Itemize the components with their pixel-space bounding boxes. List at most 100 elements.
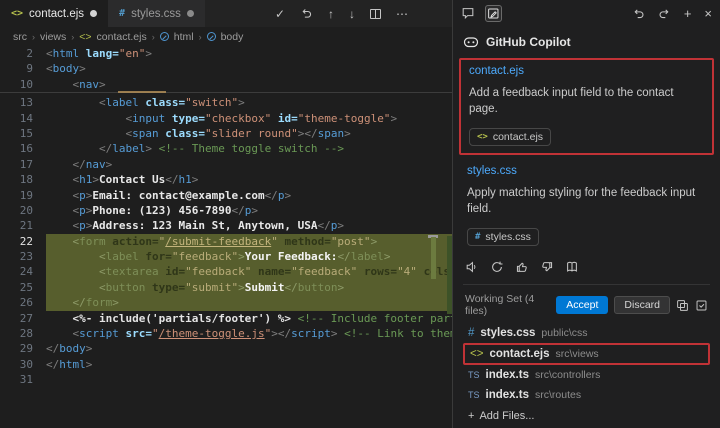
working-set-row[interactable]: TSindex.tssrc\controllers [463,365,710,385]
working-set-row[interactable]: <>contact.ejssrc\views [463,343,710,365]
tab-contact-ejs[interactable]: <> contact.ejs [0,0,108,27]
code-token: </ [278,327,291,340]
code-token: Phone: (123) 456-7890 [92,204,231,217]
line-content: <p>Email: contact@example.com</p> [46,188,452,203]
code-token: </ [73,296,86,309]
code-token: < [99,96,106,109]
code-line[interactable]: 21 <p>Address: 123 Main St, Anytown, USA… [0,218,452,233]
review-edits-icon[interactable] [695,299,708,312]
line-number: 22 [0,234,46,249]
new-session-icon[interactable]: + [684,6,692,21]
file-chip-contact-ejs[interactable]: <> contact.ejs [469,128,551,146]
copilot-logo-icon [463,34,479,50]
request-file-link[interactable]: contact.ejs [469,65,704,77]
next-change-icon[interactable]: ↓ [349,8,355,20]
code-token: id= [165,265,185,278]
tab-styles-css[interactable]: # styles.css [108,0,205,27]
accept-changes-icon[interactable]: ✓ [275,8,285,20]
breadcrumb-item[interactable]: src [13,31,27,43]
code-line[interactable]: 2<html lang="en"> [0,46,452,61]
code-line[interactable]: 29</body> [0,341,452,356]
chat-icon[interactable] [461,6,475,20]
code-token: "4" [397,265,417,278]
code-token: button [106,281,146,294]
code-line[interactable]: 16 </label> <!-- Theme toggle switch --> [0,141,452,156]
discard-changes-icon[interactable] [300,7,313,20]
retry-icon[interactable] [490,260,504,274]
read-aloud-icon[interactable] [465,260,479,274]
code-token: > [371,235,378,248]
modified-dot-icon[interactable] [90,10,97,17]
redo-edit-icon[interactable] [658,7,671,20]
report-issue-icon[interactable] [565,260,579,274]
code-token: action= [112,235,158,248]
modified-dot-icon[interactable] [187,10,194,17]
code-token: "post" [331,235,371,248]
code-token: </ [337,250,350,263]
code-line[interactable]: 18 <h1>Contact Us</h1> [0,172,452,187]
chevron-right-icon: › [199,32,202,42]
undo-edit-icon[interactable] [632,7,645,20]
thumbs-up-icon[interactable] [515,260,529,274]
working-set-row[interactable]: TSindex.tssrc\routes [463,385,710,405]
copilot-edits-icon[interactable] [485,5,502,22]
breadcrumb-item[interactable]: html [174,31,194,43]
file-path: src\routes [535,389,581,401]
code-line[interactable]: 30</html> [0,357,452,372]
view-all-edits-icon[interactable] [676,299,689,312]
code-token: > [390,112,397,125]
line-content: <textarea id="feedback" name="feedback" … [46,264,452,279]
code-line[interactable]: 19 <p>Email: contact@example.com</p> [0,188,452,203]
breadcrumb-item[interactable]: body [221,31,244,43]
accept-button[interactable]: Accept [556,296,608,314]
code-line[interactable]: 25 <button type="submit">Submit</button> [0,280,452,295]
code-line[interactable]: 20 <p>Phone: (123) 456-7890</p> [0,203,452,218]
thumbs-down-icon[interactable] [540,260,554,274]
code-line[interactable]: 28 <script src="/theme-toggle.js"></scri… [0,326,452,341]
editor-group: <> contact.ejs # styles.css ✓ ↑ ↓ ⋯ [0,0,452,428]
discard-button[interactable]: Discard [614,296,670,314]
line-number: 26 [0,295,46,310]
tab-label: contact.ejs [29,8,84,20]
split-editor-icon[interactable] [370,9,381,19]
more-actions-icon[interactable]: ⋯ [396,8,408,20]
line-content: </form> [46,295,452,310]
code-line[interactable]: 15 <span class="slider round"></span> [0,126,452,141]
line-number: 9 [0,61,46,76]
line-number: 15 [0,126,46,141]
code-area[interactable]: 2<html lang="en">9<body>10 <nav> 13 <lab… [0,46,452,428]
add-files-button[interactable]: + Add Files... [463,405,710,427]
file-chip-styles-css[interactable]: # styles.css [467,228,539,246]
line-number: 13 [0,95,46,110]
line-content [46,372,452,387]
code-line[interactable]: 9<body> [0,61,452,76]
line-content: </html> [46,357,452,372]
request-prompt: Add a feedback input field to the contac… [469,86,704,117]
file-path: src\views [556,348,599,360]
chevron-right-icon: › [71,32,74,42]
line-number: 24 [0,264,46,279]
breadcrumb-item[interactable]: contact.ejs [97,31,147,43]
line-content: </nav> [46,157,452,172]
code-line[interactable]: 13 <label class="switch"> [0,95,452,110]
code-lines: 13 <label class="switch">14 <input type=… [0,93,452,387]
previous-change-icon[interactable]: ↑ [328,8,334,20]
chevron-right-icon: › [152,32,155,42]
breadcrumb-item[interactable]: views [40,31,66,43]
request-file-link[interactable]: styles.css [467,165,706,177]
code-line[interactable]: 17 </nav> [0,157,452,172]
code-line[interactable]: 24 <textarea id="feedback" name="feedbac… [0,264,452,279]
close-panel-icon[interactable]: × [704,6,712,21]
code-line[interactable]: 26 </form> [0,295,452,310]
line-number: 17 [0,157,46,172]
code-line[interactable]: 22 <form action="/submit-feedback" metho… [0,234,452,249]
code-line[interactable]: 31 [0,372,452,387]
line-number: 14 [0,111,46,126]
code-token: class= [165,127,205,140]
code-line[interactable]: 14 <input type="checkbox" id="theme-togg… [0,111,452,126]
code-line[interactable]: 23 <label for="feedback">Your Feedback:<… [0,249,452,264]
code-line[interactable]: 10 <nav> [0,77,452,92]
change-overview-bar[interactable] [431,237,436,279]
working-set-row[interactable]: #styles.csspublic\css [463,323,710,343]
code-line[interactable]: 27 <%- include('partials/footer') %> <!-… [0,311,452,326]
